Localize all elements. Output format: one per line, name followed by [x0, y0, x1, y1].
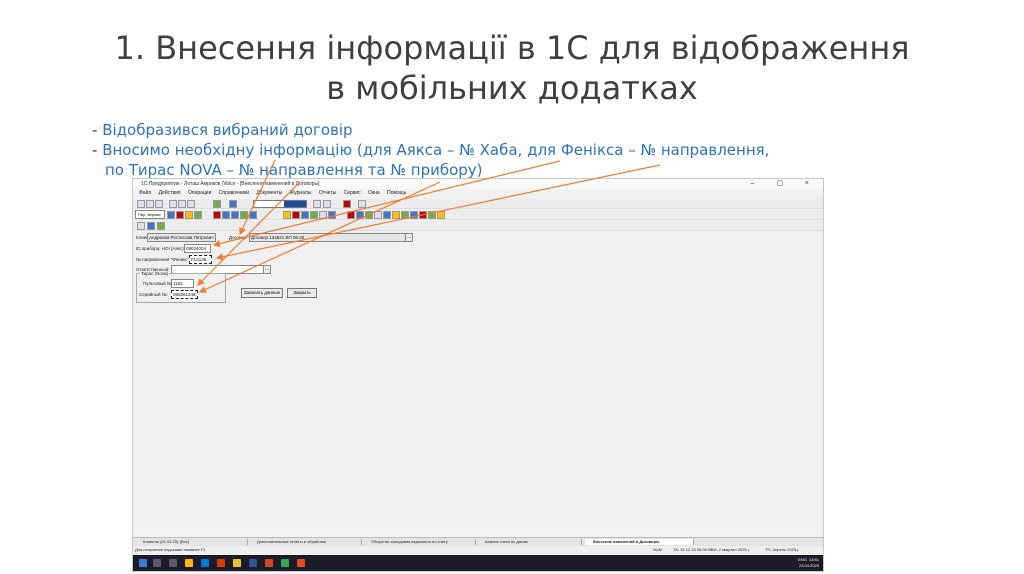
arrow-to-contract	[239, 159, 276, 236]
annotation-arrows	[197, 159, 661, 293]
arrow-to-device-id	[212, 160, 561, 248]
arrow-to-serial	[198, 181, 441, 293]
arrow-to-phoenix-direction	[215, 164, 661, 261]
